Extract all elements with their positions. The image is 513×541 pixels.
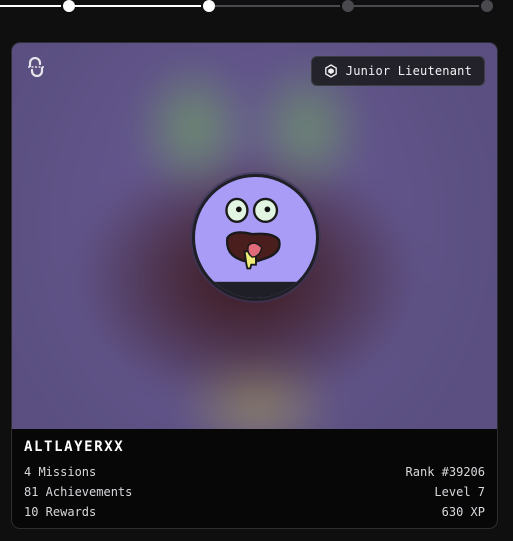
rank-number: Rank #39206 — [405, 465, 485, 479]
stepper-segment-upcoming — [215, 5, 342, 7]
profile-info: ALTLAYERXX 4 Missions Rank #39206 81 Ach… — [12, 429, 497, 528]
stepper-segment-upcoming — [354, 5, 481, 7]
missions-count: 4 Missions — [24, 465, 97, 479]
rank-title: Junior Lieutenant — [345, 64, 472, 78]
profile-card: Junior Lieutenant ALTLAYERXX 4 Missions … — [11, 42, 498, 529]
avatar[interactable] — [192, 174, 319, 301]
stepper-dot-completed[interactable] — [63, 0, 75, 12]
smiley-monster-avatar — [195, 177, 316, 298]
link-loop-icon — [26, 56, 46, 78]
stat-row: 81 Achievements Level 7 — [24, 485, 485, 501]
profile-banner: Junior Lieutenant — [12, 43, 497, 429]
level: Level 7 — [434, 485, 485, 499]
stepper-dot-upcoming[interactable] — [481, 0, 493, 12]
achievements-count: 81 Achievements — [24, 485, 133, 499]
stepper-dot-current[interactable] — [203, 0, 215, 12]
rewards-count: 10 Rewards — [24, 505, 97, 519]
hexagon-badge-icon — [324, 64, 337, 78]
rank-badge: Junior Lieutenant — [310, 56, 485, 86]
stat-row: 10 Rewards 630 XP — [24, 505, 485, 521]
stepper-dot-upcoming[interactable] — [342, 0, 354, 12]
stepper-segment-completed — [75, 5, 203, 7]
xp-total: 630 XP — [441, 505, 485, 519]
username: ALTLAYERXX — [24, 439, 125, 455]
stat-row: 4 Missions Rank #39206 — [24, 465, 485, 481]
progress-stepper — [0, 0, 513, 16]
stepper-segment-completed — [0, 5, 64, 7]
